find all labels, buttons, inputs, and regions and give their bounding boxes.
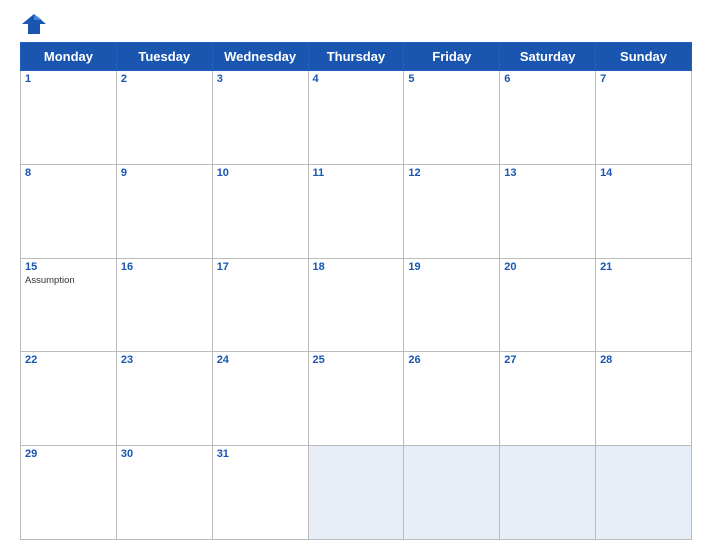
- calendar-day-cell: 8: [21, 164, 117, 258]
- day-number: 13: [504, 167, 591, 179]
- day-number: 25: [313, 354, 400, 366]
- calendar-day-cell: [308, 446, 404, 540]
- day-number: 16: [121, 261, 208, 273]
- holiday-label: Assumption: [25, 275, 112, 286]
- calendar-day-cell: 19: [404, 258, 500, 352]
- calendar-day-cell: 10: [212, 164, 308, 258]
- calendar-day-cell: 14: [596, 164, 692, 258]
- day-number: 28: [600, 354, 687, 366]
- day-number: 10: [217, 167, 304, 179]
- calendar-day-cell: 28: [596, 352, 692, 446]
- day-number: 1: [25, 73, 112, 85]
- calendar-day-cell: 2: [116, 71, 212, 165]
- day-number: 30: [121, 448, 208, 460]
- logo: [20, 10, 52, 38]
- day-number: 29: [25, 448, 112, 460]
- weekday-header-monday: Monday: [21, 43, 117, 71]
- calendar-day-cell: 15 Assumption: [21, 258, 117, 352]
- weekday-header-wednesday: Wednesday: [212, 43, 308, 71]
- day-number: 12: [408, 167, 495, 179]
- day-number: 14: [600, 167, 687, 179]
- logo-bird-icon: [20, 10, 48, 38]
- weekday-header-thursday: Thursday: [308, 43, 404, 71]
- day-number: 18: [313, 261, 400, 273]
- calendar-day-cell: 4: [308, 71, 404, 165]
- day-number: 15: [25, 261, 112, 273]
- calendar-week-row: 29 30 31: [21, 446, 692, 540]
- calendar-day-cell: 27: [500, 352, 596, 446]
- calendar-day-cell: 13: [500, 164, 596, 258]
- day-number: 23: [121, 354, 208, 366]
- calendar-day-cell: 26: [404, 352, 500, 446]
- day-number: 11: [313, 167, 400, 179]
- calendar-day-cell: 5: [404, 71, 500, 165]
- calendar-day-cell: 6: [500, 71, 596, 165]
- calendar-day-cell: 18: [308, 258, 404, 352]
- day-number: 5: [408, 73, 495, 85]
- day-number: 24: [217, 354, 304, 366]
- calendar-day-cell: 17: [212, 258, 308, 352]
- calendar-day-cell: [404, 446, 500, 540]
- calendar-day-cell: [500, 446, 596, 540]
- day-number: 27: [504, 354, 591, 366]
- calendar-day-cell: 16: [116, 258, 212, 352]
- calendar-day-cell: 21: [596, 258, 692, 352]
- weekday-header-tuesday: Tuesday: [116, 43, 212, 71]
- calendar-week-row: 1234567: [21, 71, 692, 165]
- calendar-week-row: 89 10 11 12 13 14: [21, 164, 692, 258]
- calendar-day-cell: 22: [21, 352, 117, 446]
- day-number: 7: [600, 73, 687, 85]
- weekday-header-saturday: Saturday: [500, 43, 596, 71]
- day-number: 22: [25, 354, 112, 366]
- day-number: 31: [217, 448, 304, 460]
- day-number: 20: [504, 261, 591, 273]
- calendar-day-cell: 29: [21, 446, 117, 540]
- calendar-day-cell: [596, 446, 692, 540]
- calendar-week-row: 15 Assumption 16 17 18 19 20 21: [21, 258, 692, 352]
- day-number: 8: [25, 167, 112, 179]
- calendar-day-cell: 23: [116, 352, 212, 446]
- calendar-day-cell: 3: [212, 71, 308, 165]
- calendar-day-cell: 30: [116, 446, 212, 540]
- calendar-day-cell: 7: [596, 71, 692, 165]
- calendar-week-row: 22 23 24 25 26 27 28: [21, 352, 692, 446]
- calendar-day-cell: 20: [500, 258, 596, 352]
- calendar-day-cell: 12: [404, 164, 500, 258]
- day-number: 2: [121, 73, 208, 85]
- weekday-header-friday: Friday: [404, 43, 500, 71]
- calendar-day-cell: 31: [212, 446, 308, 540]
- weekday-header-row: MondayTuesdayWednesdayThursdayFridaySatu…: [21, 43, 692, 71]
- day-number: 19: [408, 261, 495, 273]
- calendar-table: MondayTuesdayWednesdayThursdayFridaySatu…: [20, 42, 692, 540]
- calendar-day-cell: 11: [308, 164, 404, 258]
- day-number: 4: [313, 73, 400, 85]
- day-number: 3: [217, 73, 304, 85]
- top-bar: [20, 10, 692, 38]
- calendar-day-cell: 1: [21, 71, 117, 165]
- day-number: 26: [408, 354, 495, 366]
- day-number: 9: [121, 167, 208, 179]
- calendar-day-cell: 24: [212, 352, 308, 446]
- weekday-header-sunday: Sunday: [596, 43, 692, 71]
- calendar-day-cell: 25: [308, 352, 404, 446]
- day-number: 17: [217, 261, 304, 273]
- day-number: 6: [504, 73, 591, 85]
- day-number: 21: [600, 261, 687, 273]
- calendar-day-cell: 9: [116, 164, 212, 258]
